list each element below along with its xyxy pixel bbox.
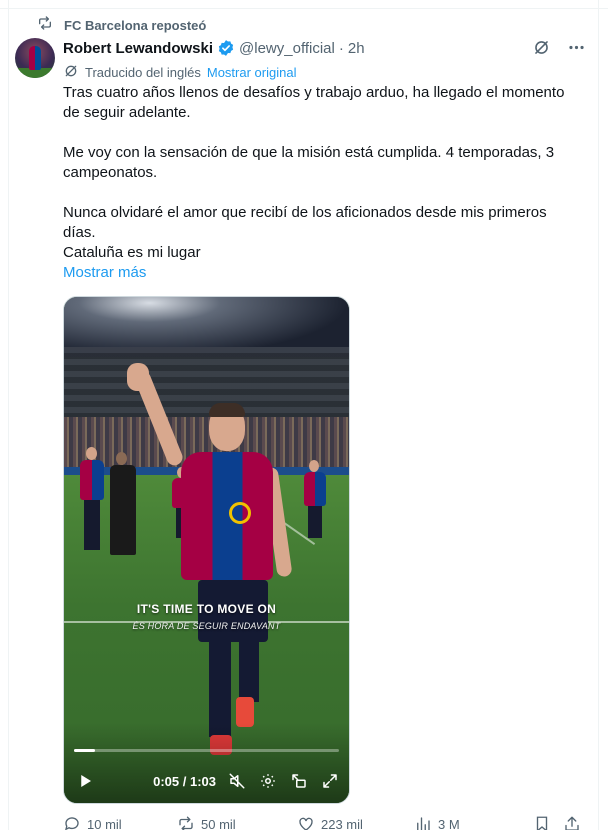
timestamp[interactable]: 2h: [348, 40, 365, 57]
more-options-icon[interactable]: [567, 38, 586, 57]
separator: ·: [338, 39, 344, 57]
like-count: 223 mil: [321, 816, 363, 830]
bookmark-button[interactable]: [533, 815, 551, 830]
tweet-header: Robert Lewandowski @lewy_official · 2h: [63, 38, 365, 58]
show-more-link[interactable]: Mostrar más: [63, 263, 146, 283]
video-progress-bar[interactable]: [74, 749, 339, 752]
left-border: [8, 0, 9, 830]
action-bar: 10 mil 50 mil 223 mil 3 M: [63, 814, 583, 830]
right-border: [598, 0, 599, 830]
avatar[interactable]: [15, 38, 55, 78]
mute-icon[interactable]: [228, 772, 246, 790]
repost-context[interactable]: FC Barcelona reposteó: [37, 15, 207, 36]
video-main-player-shirt: [181, 452, 273, 580]
heart-icon: [297, 815, 315, 830]
translate-icon: [63, 63, 79, 82]
video-controls: 0:05 / 1:03: [74, 769, 339, 793]
video-player-hand: [127, 363, 149, 391]
tweet-paragraph: Tras cuatro años llenos de desafíos y tr…: [63, 84, 565, 121]
fullscreen-icon[interactable]: [321, 772, 339, 790]
video-time: 0:05 / 1:03: [153, 773, 216, 789]
translated-label: Traducido del inglés: [85, 64, 201, 80]
video-caption: IT'S TIME TO MOVE ON: [136, 602, 277, 616]
repost-button[interactable]: 50 mil: [177, 815, 236, 830]
bookmark-icon: [533, 815, 551, 830]
video-shirt-logo: [229, 502, 251, 524]
tweet-paragraph: Cataluña es mi lugar: [63, 244, 201, 261]
reply-icon: [63, 815, 81, 830]
show-original-link[interactable]: Mostrar original: [207, 65, 297, 80]
repost-icon: [177, 815, 195, 830]
play-icon[interactable]: [76, 772, 94, 790]
reply-button[interactable]: 10 mil: [63, 815, 122, 830]
video-caption-subtitle: ÉS HORA DE SEGUIR ENDAVANT: [132, 621, 281, 631]
video-player[interactable]: IT'S TIME TO MOVE ON ÉS HORA DE SEGUIR E…: [63, 296, 350, 804]
repost-count: 50 mil: [201, 816, 236, 830]
author-handle[interactable]: @lewy_official: [239, 40, 335, 57]
author-name[interactable]: Robert Lewandowski: [63, 40, 213, 57]
video-player-leg: [239, 642, 259, 702]
views-count: 3 M: [438, 816, 460, 830]
video-progress-fill: [74, 749, 96, 752]
repost-label: FC Barcelona reposteó: [64, 17, 207, 33]
verified-badge-icon[interactable]: [217, 39, 235, 57]
repost-icon: [37, 15, 53, 36]
share-button[interactable]: [563, 815, 581, 830]
grok-icon[interactable]: [532, 38, 551, 57]
reply-count: 10 mil: [87, 816, 122, 830]
like-button[interactable]: 223 mil: [297, 815, 363, 830]
settings-icon[interactable]: [259, 772, 277, 790]
views-icon: [414, 815, 432, 830]
header-actions: [532, 38, 586, 57]
top-divider: [0, 8, 608, 9]
tweet-paragraph: Nunca olvidaré el amor que recibí de los…: [63, 204, 547, 241]
tweet-paragraph: Me voy con la sensación de que la misión…: [63, 144, 555, 181]
tweet-text: Tras cuatro años llenos de desafíos y tr…: [63, 83, 583, 263]
share-icon: [563, 815, 581, 830]
translation-row: Traducido del inglés Mostrar original: [63, 63, 296, 81]
views-button[interactable]: 3 M: [414, 815, 460, 830]
pip-icon[interactable]: [290, 772, 308, 790]
